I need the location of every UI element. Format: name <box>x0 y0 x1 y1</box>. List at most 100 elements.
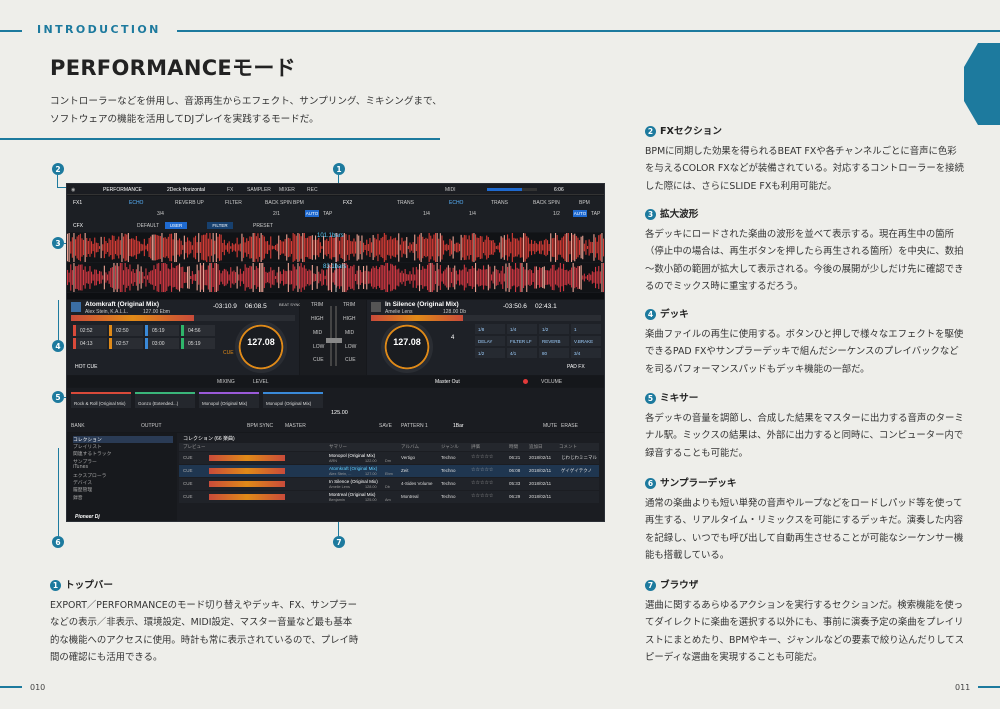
browser-column-header[interactable]: サマリー <box>329 444 347 450</box>
fx1-tap[interactable]: TAP <box>323 211 332 217</box>
rec-toggle[interactable]: REC <box>307 187 318 193</box>
sampler-toggle[interactable]: SAMPLER <box>247 187 271 193</box>
performance-pad[interactable]: DELAY <box>475 336 505 346</box>
mixer-cue-1[interactable]: CUE <box>313 357 324 363</box>
track-rating[interactable]: ☆☆☆☆☆ <box>471 454 493 460</box>
fx1-reverb[interactable]: REVERB UP <box>175 200 204 206</box>
browser-column-header[interactable]: 追加日 <box>529 444 543 450</box>
track-preview-waveform[interactable] <box>209 481 285 487</box>
mixer-high-1[interactable]: HIGH <box>311 316 324 322</box>
channel1-fader-track[interactable] <box>330 306 332 366</box>
fx-toggle[interactable]: FX <box>227 187 233 193</box>
fx1-filter[interactable]: FILTER <box>225 200 242 206</box>
deck1-beat-sync[interactable]: BEAT SYNC <box>279 302 301 307</box>
fx2-auto[interactable]: AUTO <box>573 210 587 217</box>
browser-tree-item[interactable]: 履歴管理 <box>73 486 173 493</box>
sampler-slot[interactable]: Monopol (Original Mix) <box>199 392 259 408</box>
sequence-save[interactable]: SAVE <box>379 423 392 429</box>
track-preview-waveform[interactable] <box>209 494 285 500</box>
browser-tree-item[interactable]: 関連するトラック <box>73 450 173 457</box>
track-cue[interactable]: CUE <box>183 481 193 486</box>
fx1-echo[interactable]: ECHO <box>129 200 143 206</box>
performance-pad[interactable]: 1/4 <box>507 324 537 334</box>
fx1-backspin[interactable]: BACK SPIN <box>265 200 292 206</box>
sampler-slot[interactable]: Monopol (Original Mix) <box>263 392 323 408</box>
performance-pad[interactable]: 80 <box>539 348 569 358</box>
track-rating[interactable]: ☆☆☆☆☆ <box>471 480 493 486</box>
cfx-preset[interactable]: PRESET <box>253 223 273 229</box>
performance-pad[interactable]: 3/4 <box>571 348 601 358</box>
mixer-mid-1[interactable]: MID <box>313 330 322 336</box>
sampler-slot[interactable]: Rock & Roll (Original Mix) <box>71 392 131 408</box>
midi-button[interactable]: MIDI <box>445 187 456 193</box>
master-volume-slider[interactable] <box>487 188 537 191</box>
performance-pad[interactable]: 1/2 <box>475 348 505 358</box>
hotcue-pad[interactable]: 02:52 <box>73 325 107 336</box>
hotcue-pad[interactable]: 04:56 <box>181 325 215 336</box>
fx2-beat-d[interactable]: 1/4 <box>469 211 476 217</box>
fx2-tap[interactable]: TAP <box>591 211 600 217</box>
browser-column-header[interactable]: ジャンル <box>441 444 459 450</box>
track-cue[interactable]: CUE <box>183 455 193 460</box>
hotcue-pad[interactable]: 02:50 <box>109 325 143 336</box>
deck2-jog[interactable]: 127.08 <box>381 321 433 373</box>
deck2-loop-length[interactable]: 4 <box>451 335 454 341</box>
mixer-low-2[interactable]: LOW <box>345 344 356 350</box>
browser-track-row[interactable]: CUE Monopol (Original Mix) ARN 122.00 Dm Vert… <box>179 452 599 464</box>
mode-select[interactable]: PERFORMANCE <box>103 187 142 193</box>
mixer-trim-2[interactable]: TRIM <box>343 302 355 308</box>
track-cue[interactable]: CUE <box>183 494 193 499</box>
mixer-low-1[interactable]: LOW <box>313 344 324 350</box>
browser-column-header[interactable]: プレビュー <box>183 444 206 450</box>
deck1-jog[interactable]: 127.08 <box>235 321 287 373</box>
sampler-bank[interactable]: BANK <box>71 423 85 429</box>
cfx-filter[interactable]: FILTER <box>207 222 233 229</box>
sequence-bar[interactable]: 1Bar <box>453 423 464 429</box>
sequence-mute[interactable]: MUTE <box>543 423 557 429</box>
browser-tree-item[interactable]: iTunes <box>73 465 173 472</box>
browser-tree-item[interactable]: サンプラー <box>73 458 173 465</box>
sequence-pattern[interactable]: PATTERN 1 <box>401 423 428 429</box>
mixer-high-2[interactable]: HIGH <box>343 316 356 322</box>
browser-tree-item[interactable]: プレイリスト <box>73 443 173 450</box>
fx1-auto[interactable]: AUTO <box>305 210 319 217</box>
mixer-cue-2[interactable]: CUE <box>345 357 356 363</box>
layout-select[interactable]: 2Deck Horizontal <box>167 187 205 193</box>
browser-column-header[interactable]: 時間 <box>509 444 518 450</box>
mixer-mid-2[interactable]: MID <box>345 330 354 336</box>
browser-column-header[interactable]: 評価 <box>471 444 480 450</box>
track-rating[interactable]: ☆☆☆☆☆ <box>471 493 493 499</box>
fx2-backspin[interactable]: BACK SPIN <box>533 200 560 206</box>
fx2-echo[interactable]: ECHO <box>449 200 463 206</box>
browser-column-header[interactable]: アルバム <box>401 444 419 450</box>
track-cue[interactable]: CUE <box>183 468 193 473</box>
track-preview-waveform[interactable] <box>209 455 285 461</box>
deck1-hotcue-label[interactable]: HOT CUE <box>75 364 97 370</box>
browser-tree-item[interactable]: デバイス <box>73 479 173 486</box>
deck2-padfx-label[interactable]: PAD FX <box>567 364 585 370</box>
performance-pad[interactable]: REVERB <box>539 336 569 346</box>
browser-tree-item[interactable]: コレクション <box>73 436 173 443</box>
sequence-erase[interactable]: ERASE <box>561 423 578 429</box>
record-button[interactable] <box>523 379 528 384</box>
fx1-beat-b[interactable]: 2/1 <box>273 211 280 217</box>
hotcue-pad[interactable]: 02:57 <box>109 338 143 349</box>
sampler-bpm-sync[interactable]: BPM SYNC <box>247 423 273 429</box>
performance-pad[interactable]: 4/1 <box>507 348 537 358</box>
channel2-fader-track[interactable] <box>335 306 337 366</box>
fx2-beat-c[interactable]: 1/4 <box>423 211 430 217</box>
browser-track-row[interactable]: CUE In Silence (Original Mix) Amelie Lens 1… <box>179 478 599 490</box>
browser-tree-item[interactable]: 録音 <box>73 494 173 501</box>
track-preview-waveform[interactable] <box>209 468 285 474</box>
cfx-default[interactable]: DEFAULT <box>137 223 159 229</box>
cfx-user[interactable]: USER <box>165 222 187 229</box>
mixer-trim-1[interactable]: TRIM <box>311 302 323 308</box>
fx2-trans-b[interactable]: TRANS <box>491 200 508 206</box>
performance-pad[interactable]: V.BRAKE <box>571 336 601 346</box>
fx2-beat-e[interactable]: 1/2 <box>553 211 560 217</box>
sampler-slot[interactable]: Gonzo (Extended...) <box>135 392 195 408</box>
sampler-master[interactable]: MASTER <box>285 423 306 429</box>
browser-tree-item[interactable]: エクスプローラ <box>73 472 173 479</box>
hotcue-pad[interactable]: 03:00 <box>145 338 179 349</box>
performance-pad[interactable]: FILTER LF <box>507 336 537 346</box>
